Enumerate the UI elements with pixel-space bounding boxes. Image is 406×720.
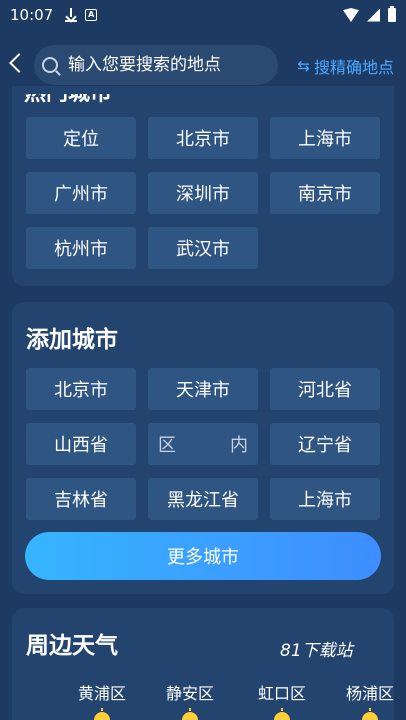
search-box[interactable] — [34, 45, 278, 85]
download-icon — [65, 8, 78, 22]
more-cities-button[interactable]: 更多城市 — [25, 532, 381, 580]
city-button[interactable]: 黑龙江省 — [148, 478, 258, 520]
status-bar: 10:07 A — [0, 0, 406, 30]
district-item[interactable]: 杨浦区 — [340, 680, 400, 704]
district-item[interactable]: 虹口区 — [252, 680, 312, 704]
watermark-text: 81下载站 — [280, 641, 353, 661]
battery-icon — [388, 6, 396, 22]
precise-search-label: 搜精确地点 — [313, 58, 394, 77]
search-input[interactable] — [68, 55, 268, 75]
add-city-grid: 北京市 天津市 河北省 山西省 区 内 辽宁省 吉林省 黑龙江省 上海市 — [26, 368, 382, 520]
city-button-locate[interactable]: 定位 — [26, 117, 136, 159]
search-icon — [42, 57, 58, 73]
city-button[interactable]: 北京市 — [148, 117, 258, 159]
a-icon: A — [85, 9, 98, 21]
add-city-title: 添加城市 — [26, 327, 118, 353]
city-button-label-part: 区 — [158, 435, 176, 456]
swap-icon: ⇆ — [297, 57, 310, 75]
city-button[interactable]: 深圳市 — [148, 172, 258, 214]
city-button[interactable]: 吉林省 — [26, 478, 136, 520]
sun-icon — [270, 708, 294, 720]
city-button-inner-mongolia[interactable]: 区 内 — [148, 423, 258, 465]
city-button[interactable]: 山西省 — [26, 423, 136, 465]
hot-cities-grid: 定位 北京市 上海市 广州市 深圳市 南京市 杭州市 武汉市 — [26, 117, 382, 269]
back-icon[interactable] — [9, 53, 29, 73]
city-button[interactable]: 广州市 — [26, 172, 136, 214]
sun-icon — [90, 708, 114, 720]
city-button[interactable]: 辽宁省 — [270, 423, 380, 465]
city-button[interactable]: 河北省 — [270, 368, 380, 410]
city-button[interactable]: 上海市 — [270, 117, 380, 159]
city-button-label-part: 内 — [230, 435, 248, 456]
signal-icon — [367, 8, 380, 22]
hot-cities-title: 热门城市 — [24, 94, 174, 104]
district-item[interactable]: 黄浦区 — [72, 680, 132, 704]
sun-icon — [358, 708, 382, 720]
status-time: 10:07 — [10, 6, 54, 24]
district-list: 黄浦区 静安区 虹口区 杨浦区 — [0, 680, 406, 703]
add-city-card: 添加城市 北京市 天津市 河北省 山西省 区 内 辽宁省 吉林省 黑龙江省 上海… — [12, 302, 394, 594]
hot-cities-card: 热门城市 定位 北京市 上海市 广州市 深圳市 南京市 杭州市 武汉市 — [12, 86, 394, 286]
search-bar: ⇆ 搜精确地点 — [0, 44, 406, 86]
precise-search-link[interactable]: ⇆ 搜精确地点 — [297, 54, 394, 78]
city-button[interactable]: 南京市 — [270, 172, 380, 214]
city-button[interactable]: 杭州市 — [26, 227, 136, 269]
city-button[interactable]: 上海市 — [270, 478, 380, 520]
wifi-icon — [343, 8, 359, 22]
city-button[interactable]: 北京市 — [26, 368, 136, 410]
sun-icon — [178, 708, 202, 720]
city-button[interactable]: 武汉市 — [148, 227, 258, 269]
city-button[interactable]: 天津市 — [148, 368, 258, 410]
nearby-weather-title: 周边天气 — [26, 633, 118, 659]
district-item[interactable]: 静安区 — [160, 680, 220, 704]
